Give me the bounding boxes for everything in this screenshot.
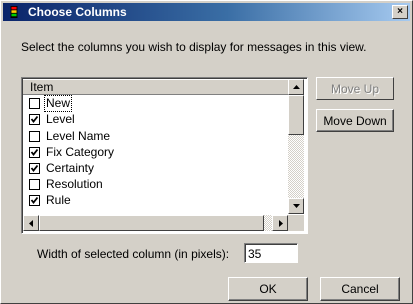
move-down-label: Move Down: [323, 114, 387, 128]
title-bar[interactable]: Choose Columns ×: [3, 3, 410, 21]
list-item-label: Resolution: [46, 177, 103, 191]
checkmark-icon: [30, 164, 39, 172]
column-header-border: [23, 79, 288, 95]
cancel-label: Cancel: [341, 282, 379, 296]
close-button[interactable]: ×: [392, 5, 408, 19]
scroll-left-button[interactable]: [23, 215, 39, 231]
scroll-right-button[interactable]: [272, 215, 288, 231]
column-width-value: 35: [248, 247, 262, 261]
move-down-button[interactable]: Move Down: [316, 109, 394, 132]
scroll-up-button[interactable]: [288, 79, 304, 95]
scroll-down-button[interactable]: [288, 198, 304, 214]
instruction-text: Select the columns you wish to display f…: [21, 40, 367, 54]
checkmark-icon: [30, 115, 39, 123]
checkbox-level-name[interactable]: [29, 131, 40, 142]
checkbox-resolution[interactable]: [29, 179, 40, 190]
move-up-label: Move Up: [330, 82, 380, 96]
ok-label: OK: [259, 282, 277, 296]
checkbox-fix-category[interactable]: [29, 147, 40, 158]
scroll-corner: [288, 215, 304, 231]
arrow-left-icon: [29, 220, 33, 227]
list-item-label: Level Name: [46, 129, 111, 143]
checkbox-new[interactable]: [29, 98, 40, 109]
list-item-label: Rule: [46, 193, 71, 207]
column-width-input[interactable]: 35: [244, 243, 298, 263]
horizontal-scroll-thumb[interactable]: [39, 215, 264, 231]
list-item-label: Fix Category: [46, 145, 115, 159]
arrow-right-icon: [279, 220, 283, 227]
checkbox-level[interactable]: [29, 114, 40, 125]
move-up-button[interactable]: Move Up: [316, 77, 394, 100]
list-item-label: New: [43, 95, 73, 112]
vertical-scroll-thumb[interactable]: [288, 95, 304, 135]
arrow-up-icon: [293, 85, 300, 89]
list-item-label: Level: [46, 112, 75, 126]
arrow-down-icon: [293, 204, 300, 208]
choose-columns-dialog: Choose Columns × Select the columns you …: [0, 0, 413, 304]
app-icon: [10, 6, 18, 18]
vertical-scrollbar[interactable]: [288, 79, 304, 214]
checkbox-rule[interactable]: [29, 195, 40, 206]
width-field-label: Width of selected column (in pixels):: [37, 247, 230, 261]
checkmark-icon: [30, 196, 39, 204]
list-item-label: Certainty: [46, 161, 95, 175]
cancel-button[interactable]: Cancel: [320, 277, 400, 301]
window-title: Choose Columns: [28, 5, 127, 19]
item-column-header[interactable]: Item: [23, 79, 288, 95]
column-list[interactable]: Item New Level Level Name Fix Category C…: [21, 77, 308, 234]
horizontal-scrollbar[interactable]: [23, 215, 288, 231]
checkmark-icon: [30, 148, 39, 156]
ok-button[interactable]: OK: [228, 277, 308, 301]
column-header-label: Item: [30, 80, 54, 94]
checkbox-certainty[interactable]: [29, 163, 40, 174]
